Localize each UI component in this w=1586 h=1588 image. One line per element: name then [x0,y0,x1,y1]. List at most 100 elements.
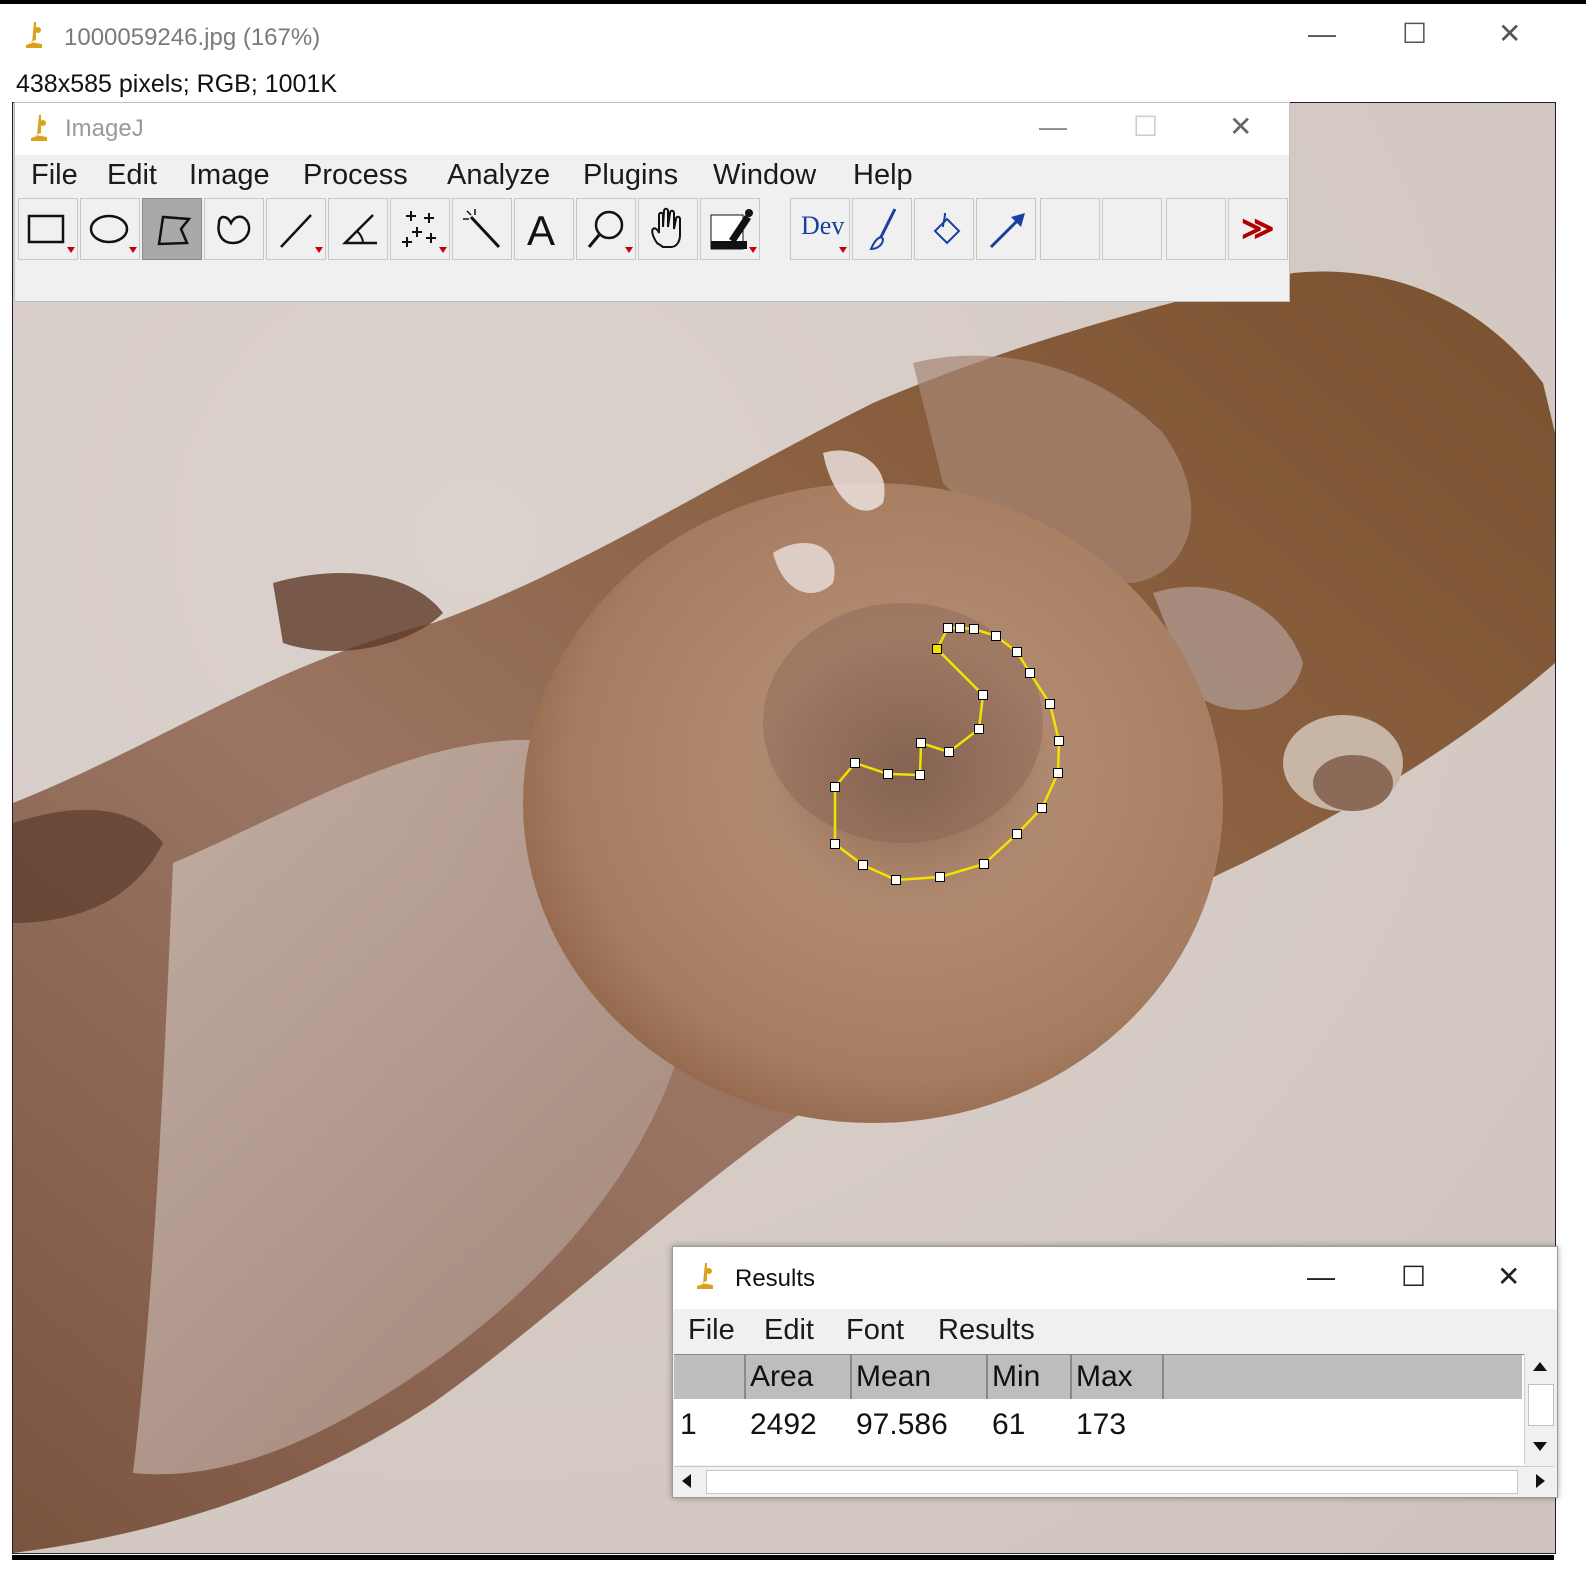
roi-handle[interactable] [979,859,989,869]
roi-handle[interactable] [935,872,945,882]
vertical-scrollbar[interactable] [1524,1354,1555,1464]
results-title: Results [735,1265,816,1292]
roi-handle[interactable] [883,769,893,779]
scroll-down-icon[interactable] [1533,1442,1547,1451]
column-header-area[interactable]: Area [746,1355,852,1399]
imagej-logo-icon [693,1261,719,1300]
horizontal-scrollbar[interactable] [674,1466,1554,1497]
roi-handle[interactable] [1053,768,1063,778]
scroll-left-icon[interactable] [682,1474,691,1488]
menu-help[interactable]: Help [853,159,913,192]
roi-handle[interactable] [1025,668,1035,678]
minimize-icon[interactable]: — [1307,1263,1335,1291]
line-icon [280,214,323,253]
roi-handle[interactable] [991,631,1001,641]
roi-handle[interactable] [915,770,925,780]
line-tool[interactable] [266,198,326,260]
roi-handle[interactable] [1012,647,1022,657]
results-menu-font[interactable]: Font [846,1314,904,1347]
roi-handle[interactable] [858,860,868,870]
wand-tool[interactable] [452,198,512,260]
oval-icon [89,214,137,253]
roi-handle[interactable] [978,690,988,700]
close-icon[interactable]: ✕ [1229,113,1252,141]
minimize-icon[interactable]: — [1308,20,1336,48]
roi-handle[interactable] [969,624,979,634]
rectangle-icon [27,214,75,253]
roi-handle[interactable] [944,747,954,757]
magnifier-tool[interactable] [576,198,636,260]
scroll-track[interactable] [706,1470,1518,1494]
hand-tool[interactable] [638,198,698,260]
image-window-title: 1000059246.jpg (167%) [64,24,321,51]
flood-fill-tool[interactable] [914,198,974,260]
menu-edit[interactable]: Edit [107,159,157,192]
results-menu-results[interactable]: Results [938,1314,1035,1347]
freehand-tool[interactable] [204,198,264,260]
close-icon[interactable]: ✕ [1498,20,1521,48]
text-tool[interactable]: A [514,198,574,260]
close-icon[interactable]: ✕ [1497,1263,1520,1291]
column-header-max[interactable]: Max [1072,1355,1164,1399]
column-header-index[interactable] [674,1355,746,1399]
double-chevron-icon: ≫ [1241,210,1275,246]
menu-image[interactable]: Image [189,159,270,192]
roi-handle[interactable] [830,782,840,792]
roi-handle[interactable] [916,738,926,748]
roi-handle[interactable] [955,623,965,633]
developer-menu[interactable]: Dev [790,198,850,260]
roi-handle[interactable] [1012,829,1022,839]
menu-file[interactable]: File [31,159,78,192]
scroll-thumb[interactable] [1528,1384,1554,1426]
roi-handle[interactable] [1054,736,1064,746]
roi-handle[interactable] [1045,699,1055,709]
roi-handle[interactable] [943,623,953,633]
maximize-icon[interactable]: ☐ [1401,1263,1426,1291]
column-header-min[interactable]: Min [988,1355,1072,1399]
dropper-icon [710,209,757,253]
polygon-tool[interactable] [142,198,202,260]
empty-tool-slot[interactable] [1166,198,1226,260]
imagej-menubar: File Edit Image Process Analyze Plugins … [15,155,1289,199]
table-cell-mean: 97.586 [856,1408,948,1441]
brush-tool[interactable] [852,198,912,260]
empty-tool-slot[interactable] [1040,198,1100,260]
roi-handle[interactable] [891,875,901,885]
roi-handle[interactable] [932,644,942,654]
results-menu-file[interactable]: File [688,1314,735,1347]
imagej-logo-icon [27,113,53,152]
column-header-empty [1164,1355,1522,1399]
roi-handle[interactable] [830,839,840,849]
roi-handle[interactable] [1037,803,1047,813]
angle-tool[interactable] [328,198,388,260]
column-header-mean[interactable]: Mean [852,1355,988,1399]
minimize-icon[interactable]: — [1039,113,1067,141]
roi-handle[interactable] [974,724,984,734]
menu-plugins[interactable]: Plugins [583,159,678,192]
table-cell-area: 2492 [750,1408,817,1441]
roi-handle[interactable] [850,758,860,768]
imagej-logo-icon [22,20,48,59]
menu-process[interactable]: Process [303,159,408,192]
menu-analyze[interactable]: Analyze [447,159,550,192]
arrow-tool[interactable] [976,198,1036,260]
point-tool[interactable] [390,198,450,260]
color-picker-tool[interactable] [700,198,760,260]
more-tools[interactable]: ≫ [1228,198,1288,260]
imagej-title: ImageJ [65,115,144,142]
maximize-icon[interactable]: ☐ [1133,113,1158,141]
table-cell-min: 61 [992,1408,1026,1441]
menu-window[interactable]: Window [713,159,816,192]
oval-tool[interactable] [80,198,140,260]
maximize-icon[interactable]: ☐ [1402,20,1427,48]
freehand-icon [217,215,251,245]
top-border [0,0,1586,4]
brush-icon [869,208,897,251]
rectangle-tool[interactable] [18,198,78,260]
scroll-up-icon[interactable] [1533,1362,1547,1371]
scroll-right-icon[interactable] [1536,1474,1545,1488]
table-cell-index: 1 [680,1408,697,1441]
bottom-border [12,1555,1554,1560]
results-menu-edit[interactable]: Edit [764,1314,814,1347]
empty-tool-slot[interactable] [1102,198,1162,260]
